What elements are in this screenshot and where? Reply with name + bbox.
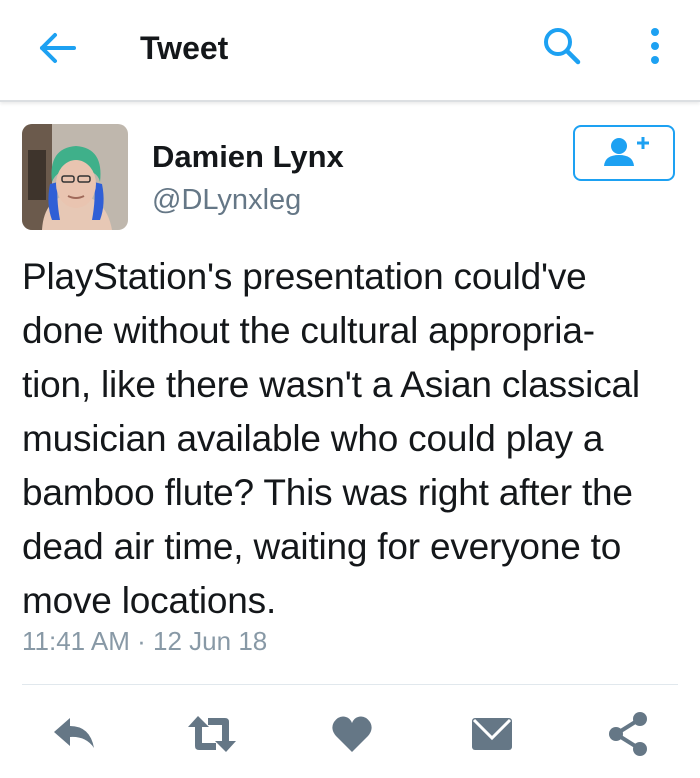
profile-photo-icon [22, 124, 128, 230]
search-button[interactable] [540, 24, 584, 68]
direct-message-icon [472, 718, 512, 750]
avatar[interactable] [22, 124, 128, 230]
tweet-text-line: bamboo flute? This was right after the [22, 472, 633, 513]
arrow-left-icon [40, 33, 76, 63]
follow-button[interactable] [573, 125, 675, 181]
retweet-button[interactable] [184, 710, 240, 758]
tweet-text-line: tion, like there wasn't a Asian classica… [22, 364, 640, 405]
search-icon [544, 28, 581, 65]
tweet-text-line: dead air time, waiting for everyone to [22, 526, 622, 567]
more-options-button[interactable] [640, 24, 670, 68]
author-handle: @DLynxleg [152, 184, 302, 216]
author-name[interactable]: Damien Lynx [152, 138, 344, 176]
back-button[interactable] [36, 28, 80, 68]
tweet-text-line: PlayStation's presentation could've [22, 256, 587, 297]
divider [22, 684, 678, 685]
retweet-icon [188, 716, 236, 752]
reply-icon [54, 718, 94, 748]
share-icon [609, 712, 647, 756]
tweet-text-line: musician available who could play a [22, 418, 604, 459]
add-user-icon [604, 137, 649, 166]
heart-icon [332, 716, 372, 752]
direct-message-button[interactable] [470, 710, 514, 758]
tweet-timestamp: 11:41 AM · 12 Jun 18 [22, 626, 268, 656]
reply-button[interactable] [50, 710, 98, 758]
tweet-text-line: done without the cultural appropria- [22, 310, 595, 351]
share-button[interactable] [604, 710, 652, 758]
like-button[interactable] [328, 710, 376, 758]
top-app-bar: Tweet [0, 0, 700, 102]
page-title: Tweet [140, 30, 229, 66]
tweet-text-line: move locations. [22, 580, 277, 621]
more-vertical-icon [651, 28, 659, 64]
tweet-text: PlayStation's presentation could've done… [22, 250, 686, 628]
